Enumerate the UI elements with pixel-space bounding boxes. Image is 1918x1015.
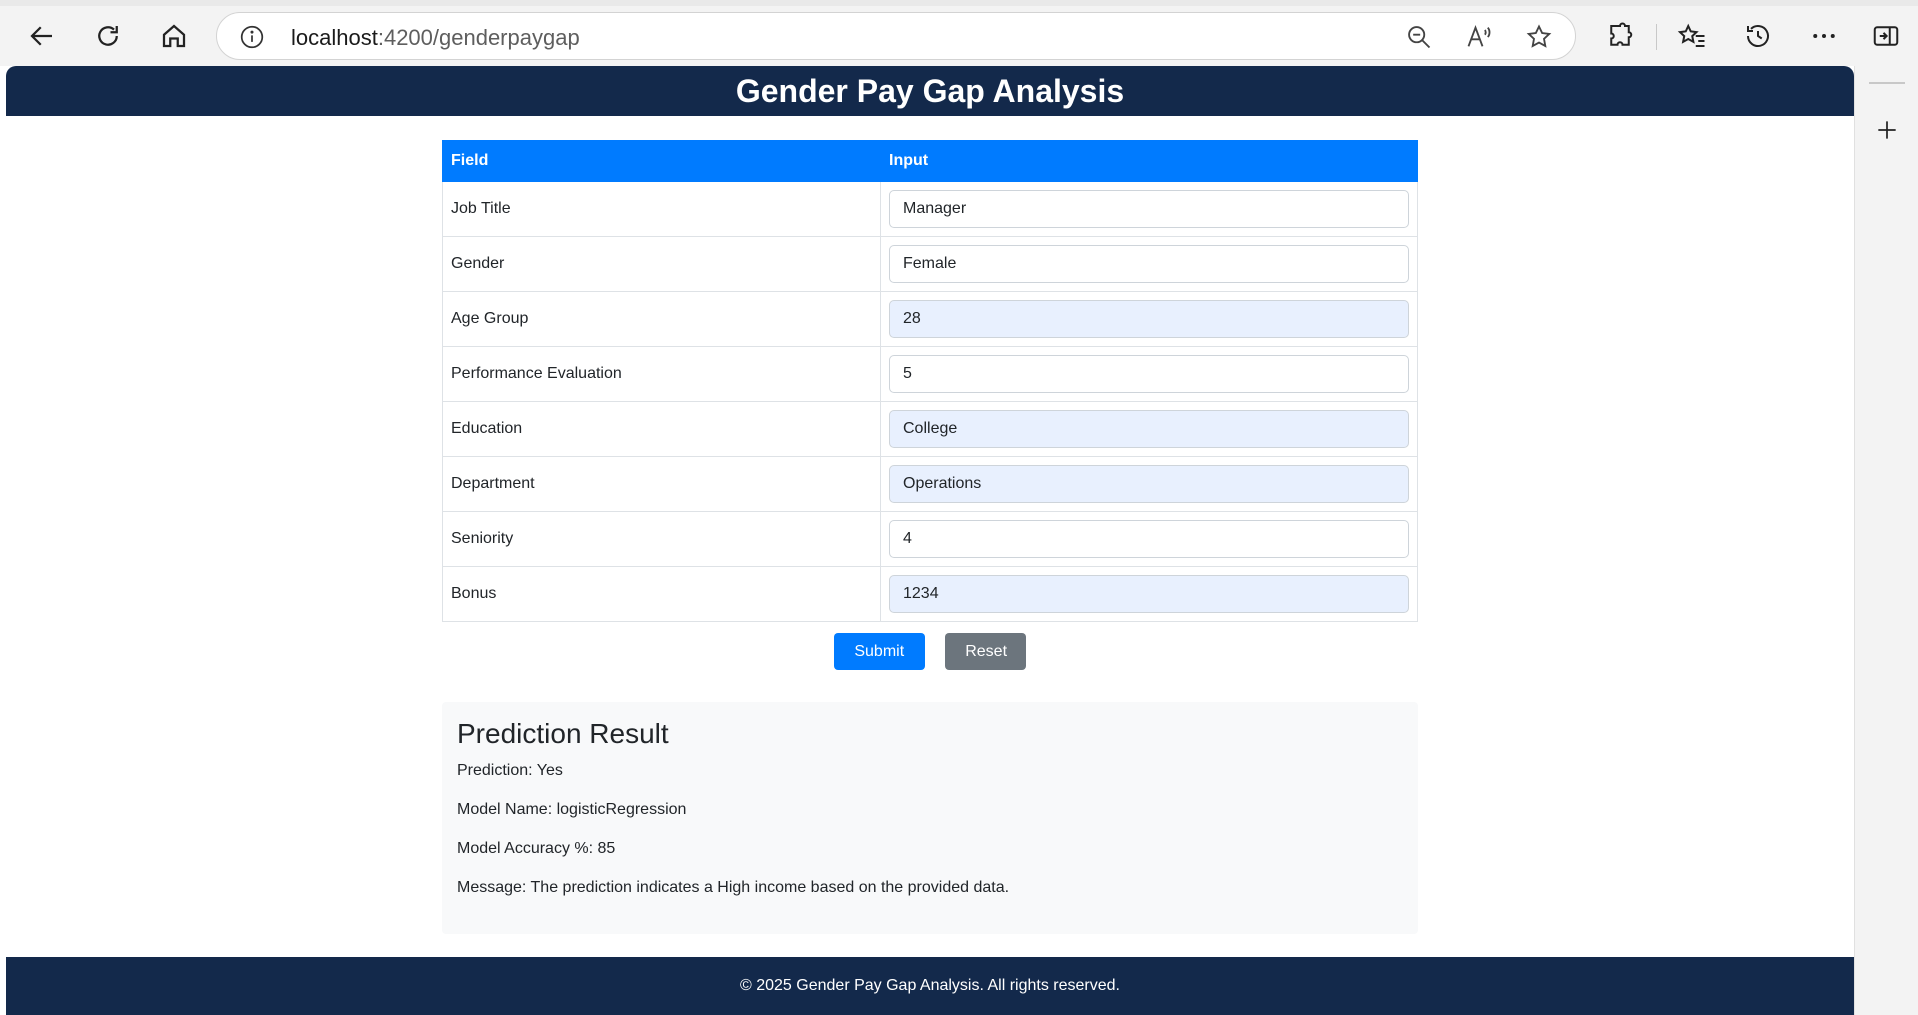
seniority-input[interactable] <box>889 520 1409 558</box>
browser-toolbar: localhost:4200/genderpaygap <box>0 0 1918 66</box>
field-label: Age Group <box>442 291 881 347</box>
prediction-result-panel: Prediction Result Prediction: Yes Model … <box>442 702 1418 934</box>
sidebar-toggle-icon[interactable] <box>1864 14 1908 58</box>
history-icon[interactable] <box>1736 14 1780 58</box>
table-row: Age Group <box>442 291 1418 347</box>
field-label: Department <box>442 456 881 512</box>
input-form-table: Field Input Job TitleGenderAge GroupPerf… <box>442 140 1418 622</box>
input-cell <box>880 181 1418 237</box>
input-cell <box>880 291 1418 347</box>
input-cell <box>880 236 1418 292</box>
more-icon[interactable] <box>1802 14 1846 58</box>
toolbar-separator <box>1656 24 1657 50</box>
home-icon[interactable] <box>152 14 196 58</box>
field-label: Seniority <box>442 511 881 567</box>
field-label: Job Title <box>442 181 881 237</box>
favorite-star-icon[interactable] <box>1523 21 1555 53</box>
table-row: Performance Evaluation <box>442 346 1418 402</box>
page-title: Gender Pay Gap Analysis <box>735 73 1125 109</box>
age-group-input[interactable] <box>889 300 1409 338</box>
url-host: localhost <box>291 25 378 50</box>
input-cell <box>880 566 1418 622</box>
sidebar-divider <box>1869 82 1905 84</box>
input-cell <box>880 401 1418 457</box>
table-row: Education <box>442 401 1418 457</box>
field-label: Gender <box>442 236 881 292</box>
column-header-field: Field <box>442 140 881 182</box>
field-label: Education <box>442 401 881 457</box>
input-cell <box>880 456 1418 512</box>
prediction-text: Prediction: Yes <box>457 762 563 779</box>
performance-evaluation-input[interactable] <box>889 355 1409 393</box>
table-header-row: Field Input <box>442 140 1418 182</box>
address-bar[interactable]: localhost:4200/genderpaygap <box>216 12 1576 60</box>
model-name-text: Model Name: logisticRegression <box>457 801 687 818</box>
result-title: Prediction Result <box>457 718 669 749</box>
table-row: Department <box>442 456 1418 512</box>
education-input[interactable] <box>889 410 1409 448</box>
read-aloud-icon[interactable] <box>1463 21 1495 53</box>
extensions-icon[interactable] <box>1598 14 1642 58</box>
form-actions: Submit Reset <box>6 633 1854 670</box>
reset-button[interactable]: Reset <box>945 633 1027 670</box>
app-header: Gender Pay Gap Analysis <box>6 66 1854 116</box>
bonus-input[interactable] <box>889 575 1409 613</box>
input-cell <box>880 511 1418 567</box>
footer-copyright: © 2025 Gender Pay Gap Analysis. All righ… <box>740 977 1120 994</box>
column-header-input: Input <box>880 140 1418 182</box>
job-title-input[interactable] <box>889 190 1409 228</box>
table-row: Job Title <box>442 181 1418 237</box>
browser-sidebar <box>1854 66 1918 1015</box>
table-row: Seniority <box>442 511 1418 567</box>
back-icon[interactable] <box>20 14 64 58</box>
model-accuracy-text: Model Accuracy %: 85 <box>457 840 616 857</box>
submit-button[interactable]: Submit <box>833 633 925 670</box>
page-viewport: Gender Pay Gap Analysis Field Input Job … <box>6 66 1854 1015</box>
table-row: Gender <box>442 236 1418 292</box>
table-row: Bonus <box>442 566 1418 622</box>
gender-input[interactable] <box>889 245 1409 283</box>
add-icon[interactable] <box>1871 114 1903 146</box>
url-text[interactable]: localhost:4200/genderpaygap <box>291 25 580 51</box>
tab-strip <box>0 0 1918 6</box>
field-label: Bonus <box>442 566 881 622</box>
field-label: Performance Evaluation <box>442 346 881 402</box>
input-cell <box>880 346 1418 402</box>
department-input[interactable] <box>889 465 1409 503</box>
url-path: :4200/genderpaygap <box>377 25 580 50</box>
zoom-out-icon[interactable] <box>1403 21 1435 53</box>
info-icon[interactable] <box>239 24 265 50</box>
refresh-icon[interactable] <box>86 14 130 58</box>
app-footer: © 2025 Gender Pay Gap Analysis. All righ… <box>6 957 1854 1015</box>
favorites-icon[interactable] <box>1670 14 1714 58</box>
message-text: Message: The prediction indicates a High… <box>457 879 1010 896</box>
